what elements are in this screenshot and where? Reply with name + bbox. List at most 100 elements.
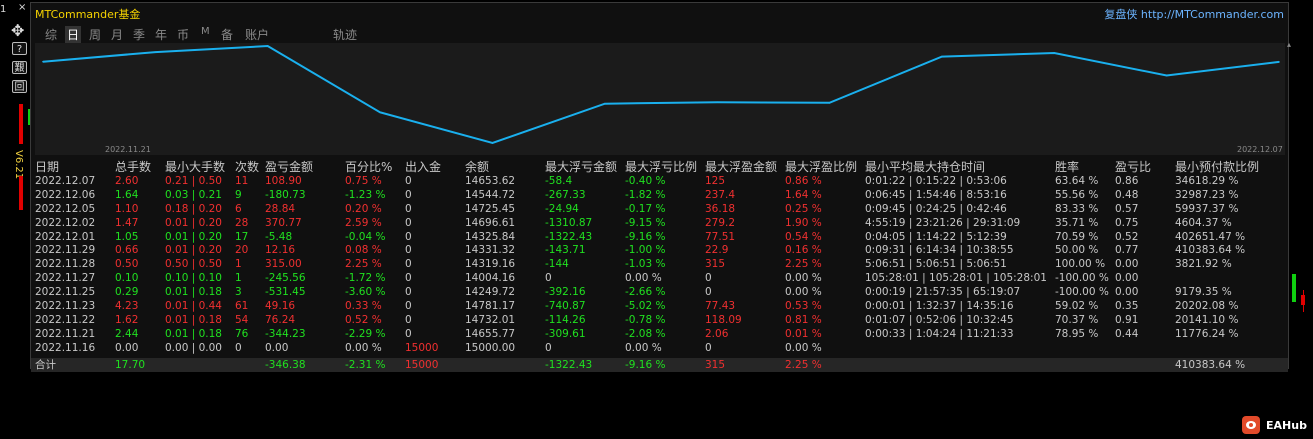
equity-point	[828, 102, 831, 104]
cell-total-lots: 1.47	[115, 216, 139, 229]
cell-balance: 14004.16	[465, 272, 516, 285]
header-pnl[interactable]: 盈亏金额	[265, 159, 313, 175]
cell-percent: 0.00 %	[345, 341, 382, 354]
header-max-float-profit[interactable]: 最大浮盈金额	[705, 159, 777, 175]
grid-button[interactable]: 艱	[12, 61, 27, 74]
table-row[interactable]: 2022.12.07 2.60 0.21 | 0.50 11 108.90 0.75 % 0…	[31, 175, 1288, 189]
cell-trade-count: 1	[235, 272, 242, 285]
total-row: 合计 17.70 -346.38 -2.31 % 15000 -1322.43 -9.16 …	[31, 357, 1288, 372]
table-row[interactable]: 2022.11.29 0.66 0.01 | 0.20 20 12.16 0.08 % 0 1…	[31, 244, 1288, 258]
header-date[interactable]: 日期	[35, 159, 59, 175]
cell-max-float-profit-pct: 0.01 %	[785, 327, 822, 340]
equity-point	[941, 55, 943, 58]
total-cash-flow: 15000	[405, 358, 439, 371]
tab-account[interactable]: 账户	[245, 26, 269, 43]
cell-win-rate: 35.71 %	[1055, 216, 1099, 229]
cell-min-max-lots: 0.01 | 0.44	[165, 300, 222, 313]
close-icon[interactable]: ×	[18, 2, 26, 13]
tab-day[interactable]: 日	[65, 26, 82, 43]
chart-end-date: 2022.12.07	[1237, 145, 1283, 154]
table-row[interactable]: 2022.12.05 1.10 0.18 | 0.20 6 28.84 0.20 % 0 14…	[31, 203, 1288, 217]
header-cash-flow[interactable]: 出入金	[405, 159, 441, 175]
cell-percent: -3.60 %	[345, 286, 386, 299]
cell-balance: 14544.72	[465, 188, 516, 201]
cell-trade-count: 61	[235, 300, 249, 313]
header-total-lots[interactable]: 总手数	[115, 159, 151, 175]
tab-track[interactable]: 轨迹	[333, 26, 357, 43]
table-row[interactable]: 2022.11.23 4.23 0.01 | 0.44 61 49.16 0.33 % 0 1…	[31, 300, 1288, 314]
help-button[interactable]: ?	[12, 42, 27, 55]
cell-pnl: -180.73	[265, 188, 306, 201]
cell-total-lots: 0.10	[115, 272, 139, 285]
cell-pnl: -344.23	[265, 327, 306, 340]
cell-min-margin-ratio: 20141.10 %	[1175, 313, 1239, 326]
cell-date: 2022.11.22	[35, 313, 96, 326]
tab-week[interactable]: 周	[89, 26, 101, 43]
header-min-max-lots[interactable]: 最小大手数	[165, 159, 225, 175]
header-hold-time[interactable]: 最小平均最大持仓时间	[865, 159, 985, 175]
cell-win-rate: 70.59 %	[1055, 230, 1099, 243]
header-max-float-loss[interactable]: 最大浮亏金额	[545, 159, 617, 175]
header-percent[interactable]: 百分比%	[345, 159, 392, 175]
cell-min-max-lots: 0.00 | 0.00	[165, 341, 222, 354]
cell-date: 2022.11.27	[35, 272, 96, 285]
header-min-margin-ratio[interactable]: 最小预付款比例	[1175, 159, 1259, 175]
cell-min-margin-ratio: 4604.37 %	[1175, 216, 1232, 229]
table-row[interactable]: 2022.12.06 1.64 0.03 | 0.21 9 -180.73 -1.23 %…	[31, 189, 1288, 203]
table-row[interactable]: 2022.12.02 1.47 0.01 | 0.20 28 370.77 2.59 % 0…	[31, 217, 1288, 231]
cell-hold-time: 0:09:31 | 6:14:34 | 10:38:55	[865, 244, 1014, 257]
cell-date: 2022.12.02	[35, 216, 96, 229]
cell-win-rate: 63.64 %	[1055, 175, 1099, 187]
tab-m[interactable]: M	[201, 26, 210, 37]
cell-cash-flow: 0	[405, 258, 412, 271]
table-header: 日期 总手数 最小大手数 次数 盈亏金额 百分比% 出入金 余额 最大浮亏金额 最大浮亏比例 最大浮…	[31, 159, 1288, 175]
cell-hold-time: 0:00:01 | 1:32:37 | 14:35:16	[865, 300, 1014, 313]
window-button[interactable]: 回	[12, 80, 27, 93]
move-icon[interactable]: ✥	[11, 23, 24, 39]
cell-max-float-loss: -143.71	[545, 244, 586, 257]
table-row[interactable]: 2022.11.25 0.29 0.01 | 0.18 3 -531.45 -3.60 %…	[31, 286, 1288, 300]
table-row[interactable]: 2022.11.22 1.62 0.01 | 0.18 54 76.24 0.52 % 0 1…	[31, 314, 1288, 328]
cell-win-rate: -100.00 %	[1055, 272, 1109, 285]
cell-percent: 2.59 %	[345, 216, 382, 229]
left-toolbar: 1 × ✥ ? 艱 回 V6.21	[0, 0, 30, 439]
cell-max-float-profit-pct: 1.90 %	[785, 216, 822, 229]
table-row[interactable]: 2022.11.21 2.44 0.01 | 0.18 76 -344.23 -2.29 …	[31, 328, 1288, 342]
cell-balance: 14325.84	[465, 230, 516, 243]
cell-cash-flow: 0	[405, 188, 412, 201]
cell-total-lots: 0.50	[115, 258, 139, 271]
cell-balance: 14732.01	[465, 313, 516, 326]
cell-min-margin-ratio: 402651.47 %	[1175, 230, 1246, 243]
cell-profit-loss-ratio: 0.57	[1115, 202, 1139, 215]
tab-overview[interactable]: 综	[45, 26, 57, 43]
header-balance[interactable]: 余额	[465, 159, 489, 175]
tab-year[interactable]: 年	[155, 26, 167, 43]
cell-balance: 14653.62	[465, 175, 516, 187]
cell-max-float-loss-pct: -0.78 %	[625, 313, 666, 326]
header-max-float-loss-pct[interactable]: 最大浮亏比例	[625, 159, 697, 175]
total-max-float-loss: -1322.43	[545, 358, 593, 371]
cell-trade-count: 17	[235, 230, 249, 243]
cell-cash-flow: 0	[405, 175, 412, 187]
tab-backup[interactable]: 备	[221, 26, 233, 43]
header-max-float-profit-pct[interactable]: 最大浮盈比例	[785, 159, 857, 175]
cell-date: 2022.12.07	[35, 175, 96, 187]
table-row[interactable]: 2022.11.27 0.10 0.10 | 0.10 1 -245.56 -1.72 %…	[31, 272, 1288, 286]
cell-total-lots: 1.05	[115, 230, 139, 243]
tab-quarter[interactable]: 季	[133, 26, 145, 43]
header-win-rate[interactable]: 胜率	[1055, 159, 1079, 175]
cell-pnl: 315.00	[265, 258, 302, 271]
cell-total-lots: 2.60	[115, 175, 139, 187]
header-profit-loss-ratio[interactable]: 盈亏比	[1115, 159, 1151, 175]
table-row[interactable]: 2022.12.01 1.05 0.01 | 0.20 17 -5.48 -0.04 % 0…	[31, 231, 1288, 245]
table-row[interactable]: 2022.11.16 0.00 0.00 | 0.00 0 0.00 0.00 % 1500…	[31, 342, 1288, 356]
header-trade-count[interactable]: 次数	[235, 159, 259, 175]
cell-hold-time: 0:06:45 | 1:54:46 | 8:53:16	[865, 188, 1007, 201]
tab-month[interactable]: 月	[111, 26, 123, 43]
table-row[interactable]: 2022.11.28 0.50 0.50 | 0.50 1 315.00 2.25 % 0 1…	[31, 258, 1288, 272]
cell-min-margin-ratio: 32987.23 %	[1175, 188, 1239, 201]
cell-profit-loss-ratio: 0.77	[1115, 244, 1139, 257]
site-link[interactable]: 复盘侠 http://MTCommander.com	[1104, 6, 1284, 22]
tab-currency[interactable]: 币	[177, 26, 189, 43]
chart-number: 1	[0, 4, 7, 15]
